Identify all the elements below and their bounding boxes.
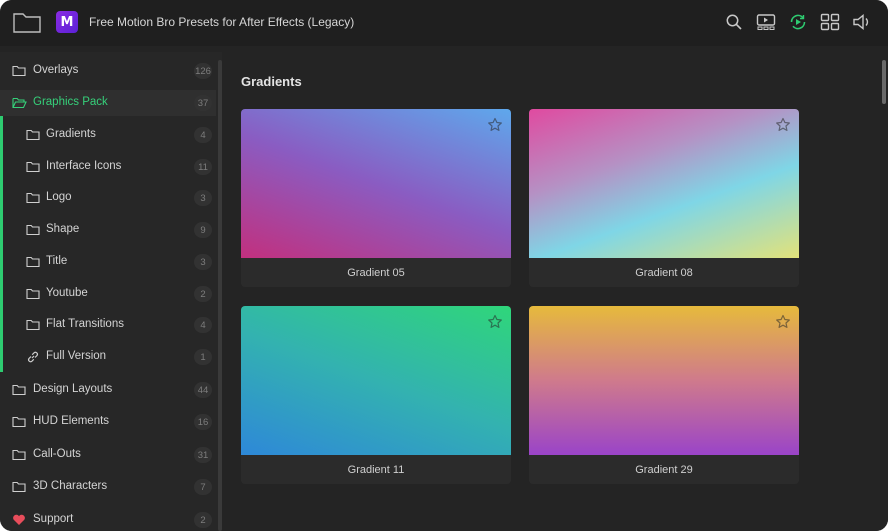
sidebar-item-hud-elements[interactable]: HUD Elements 16 xyxy=(0,409,216,435)
sidebar-item-label: Title xyxy=(46,255,68,267)
folder-icon xyxy=(11,382,27,398)
section-title: Gradients xyxy=(241,74,302,89)
sidebar-item-logo[interactable]: Logo 3 xyxy=(0,185,216,211)
folder-icon xyxy=(25,317,41,333)
sidebar-item-call-outs[interactable]: Call-Outs 31 xyxy=(0,442,216,468)
folder-icon xyxy=(25,254,41,270)
sidebar-item-label: Gradients xyxy=(46,128,96,140)
sidebar-item-3d-characters[interactable]: 3D Characters 7 xyxy=(0,474,216,500)
sidebar-item-label: Overlays xyxy=(33,64,79,76)
sidebar-item-label: Design Layouts xyxy=(33,383,113,395)
sidebar-item-label: 3D Characters xyxy=(33,480,108,492)
folder-icon xyxy=(25,127,41,143)
sidebar-item-title[interactable]: Title 3 xyxy=(0,249,216,275)
item-count-badge: 126 xyxy=(194,63,212,79)
app-window: M Free Motion Bro Presets for After Effe… xyxy=(0,0,888,531)
sidebar-item-label: Shape xyxy=(46,223,80,235)
logo-letter: M xyxy=(60,14,74,30)
app-logo: M xyxy=(56,11,78,33)
folder-icon xyxy=(11,479,27,495)
folder-icon xyxy=(11,447,27,463)
preset-thumbnail[interactable] xyxy=(241,109,511,258)
link-icon xyxy=(25,349,41,365)
preset-card[interactable]: Gradient 05 xyxy=(241,109,511,287)
open-folder-icon[interactable] xyxy=(12,10,42,34)
item-count-badge: 4 xyxy=(194,317,212,333)
video-library-icon[interactable] xyxy=(756,12,776,32)
preset-thumbnail[interactable] xyxy=(529,109,799,258)
title-bar: M Free Motion Bro Presets for After Effe… xyxy=(0,0,888,46)
sidebar-item-support[interactable]: Support 2 xyxy=(0,507,216,531)
sidebar-item-flat-transitions[interactable]: Flat Transitions 4 xyxy=(0,312,216,338)
sidebar-item-label: HUD Elements xyxy=(33,415,110,427)
sidebar-item-label: Graphics Pack xyxy=(33,96,108,108)
item-count-badge: 9 xyxy=(194,222,212,238)
sidebar-scrollbar[interactable] xyxy=(218,60,222,531)
sidebar-item-interface-icons[interactable]: Interface Icons 11 xyxy=(0,154,216,180)
favorite-star-icon[interactable] xyxy=(775,117,791,133)
play-refresh-icon[interactable] xyxy=(788,12,808,32)
volume-icon[interactable] xyxy=(852,12,872,32)
sidebar: Overlays 126 Graphics Pack 37 Gradients 4 Inte… xyxy=(0,52,222,531)
folder-icon xyxy=(25,286,41,302)
item-count-badge: 1 xyxy=(194,349,212,365)
heart-icon xyxy=(11,512,27,528)
item-count-badge: 16 xyxy=(194,414,212,430)
item-count-badge: 31 xyxy=(194,447,212,463)
preset-card[interactable]: Gradient 08 xyxy=(529,109,799,287)
preset-card[interactable]: Gradient 11 xyxy=(241,306,511,484)
favorite-star-icon[interactable] xyxy=(775,314,791,330)
sidebar-item-label: Flat Transitions xyxy=(46,318,124,330)
grid-view-icon[interactable] xyxy=(820,12,840,32)
sidebar-item-label: Full Version xyxy=(46,350,107,362)
header-toolbar xyxy=(724,12,872,32)
item-count-badge: 44 xyxy=(194,382,212,398)
item-count-badge: 2 xyxy=(194,286,212,302)
sidebar-item-label: Interface Icons xyxy=(46,160,122,172)
favorite-star-icon[interactable] xyxy=(487,314,503,330)
sidebar-item-label: Call-Outs xyxy=(33,448,81,460)
preset-thumbnail[interactable] xyxy=(529,306,799,455)
sidebar-item-design-layouts[interactable]: Design Layouts 44 xyxy=(0,377,216,403)
app-title: Free Motion Bro Presets for After Effect… xyxy=(89,15,355,29)
folder-icon xyxy=(11,414,27,430)
preset-name: Gradient 11 xyxy=(241,455,511,484)
sidebar-item-full-version[interactable]: Full Version 1 xyxy=(0,344,216,370)
sidebar-item-graphics-pack[interactable]: Graphics Pack 37 xyxy=(0,90,216,116)
sidebar-item-label: Youtube xyxy=(46,287,88,299)
favorite-star-icon[interactable] xyxy=(487,117,503,133)
search-icon[interactable] xyxy=(724,12,744,32)
preset-name: Gradient 08 xyxy=(529,258,799,287)
sidebar-item-label: Support xyxy=(33,513,74,525)
item-count-badge: 7 xyxy=(194,479,212,495)
folder-icon xyxy=(25,222,41,238)
folder-icon xyxy=(11,63,27,79)
folder-open-icon xyxy=(11,95,27,111)
sidebar-item-overlays[interactable]: Overlays 126 xyxy=(0,58,216,84)
sidebar-item-label: Logo xyxy=(46,191,72,203)
preset-card[interactable]: Gradient 29 xyxy=(529,306,799,484)
preset-thumbnail[interactable] xyxy=(241,306,511,455)
main-scrollbar[interactable] xyxy=(882,60,886,104)
item-count-badge: 4 xyxy=(194,127,212,143)
sidebar-item-shape[interactable]: Shape 9 xyxy=(0,217,216,243)
preset-name: Gradient 29 xyxy=(529,455,799,484)
item-count-badge: 3 xyxy=(194,254,212,270)
main-content: Gradients Gradient 05 Gradient 08 Gradient… xyxy=(226,52,888,531)
sidebar-item-gradients[interactable]: Gradients 4 xyxy=(0,122,216,148)
preset-name: Gradient 05 xyxy=(241,258,511,287)
item-count-badge: 37 xyxy=(194,95,212,111)
item-count-badge: 3 xyxy=(194,190,212,206)
sidebar-item-youtube[interactable]: Youtube 2 xyxy=(0,281,216,307)
folder-icon xyxy=(25,190,41,206)
item-count-badge: 11 xyxy=(194,159,212,175)
item-count-badge: 2 xyxy=(194,512,212,528)
folder-icon xyxy=(25,159,41,175)
